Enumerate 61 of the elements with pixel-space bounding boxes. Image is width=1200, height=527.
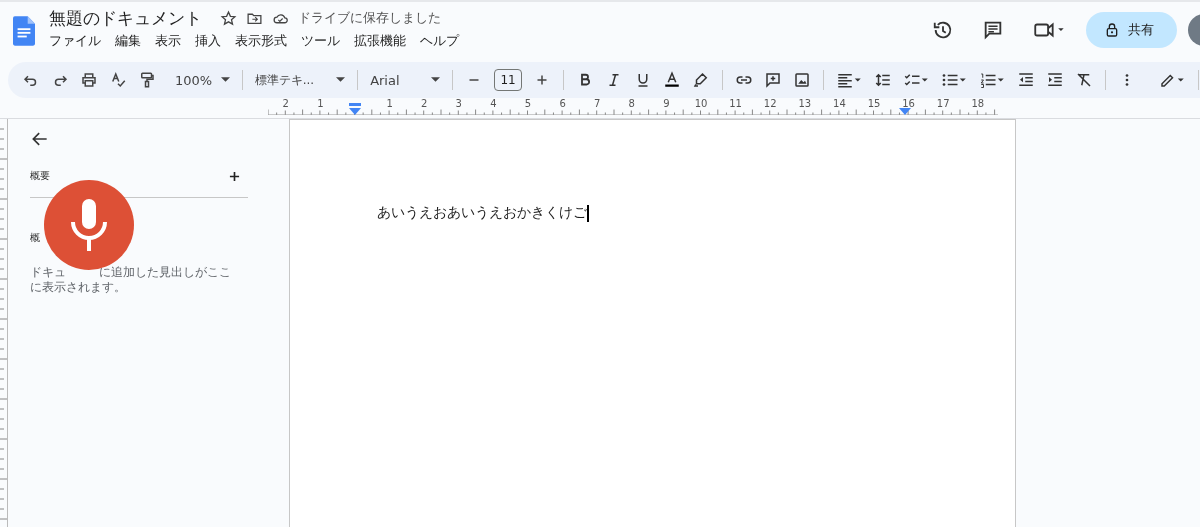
increase-indent-icon[interactable] — [1046, 71, 1065, 89]
ruler-number: 8 — [628, 98, 635, 109]
menu-item[interactable]: ツール — [301, 32, 340, 50]
ruler-number: 5 — [524, 98, 532, 109]
outline-hint: に追加した見出しがここ — [99, 265, 231, 279]
document-text[interactable]: あいうえおあいうえおかきくけご — [377, 204, 587, 222]
share-button[interactable]: 共有 — [1086, 12, 1177, 48]
menu-item[interactable]: 挿入 — [195, 32, 221, 50]
caret-icon — [430, 77, 440, 83]
caret-icon — [336, 77, 346, 83]
lock-icon — [1104, 22, 1120, 38]
ruler-number: 7 — [594, 98, 601, 109]
star-icon[interactable] — [220, 9, 237, 27]
menu-item[interactable]: 拡張機能 — [354, 32, 406, 50]
left-indent-marker[interactable] — [349, 103, 361, 115]
menu-item[interactable]: ヘルプ — [420, 32, 459, 50]
add-comment-icon[interactable] — [764, 71, 783, 89]
paint-format-icon[interactable] — [138, 71, 156, 89]
add-icon[interactable] — [229, 170, 240, 182]
ruler-number: 1 — [317, 98, 324, 109]
menu-item[interactable]: 編集 — [115, 32, 141, 50]
ruler-number: 12 — [763, 98, 777, 109]
avatar[interactable] — [1188, 14, 1200, 46]
ruler-number: 14 — [833, 98, 846, 109]
ruler-number: 4 — [490, 98, 497, 109]
ruler-number: 3 — [455, 98, 462, 109]
comment-icon[interactable] — [982, 19, 1004, 41]
zoom-dropdown[interactable]: 100% — [175, 72, 230, 88]
ruler-number: 9 — [663, 98, 670, 109]
ruler-number: 2 — [282, 98, 289, 109]
print-icon[interactable] — [80, 71, 98, 89]
caret-icon — [220, 77, 230, 83]
ruler-number: 16 — [902, 98, 915, 109]
summary-heading: 概要 — [30, 169, 50, 183]
ruler-number: 13 — [798, 98, 812, 109]
text-color-icon[interactable] — [663, 71, 682, 89]
ruler-number: 6 — [559, 98, 566, 109]
outline-hint: ドキュ — [30, 265, 66, 279]
history-icon[interactable] — [932, 19, 954, 41]
font-size-field[interactable]: 11 — [493, 69, 523, 91]
save-status: ドライブに保存しました — [298, 9, 441, 27]
menu-item[interactable]: ファイル — [49, 32, 101, 50]
document-title[interactable]: 無題のドキュメント — [49, 6, 202, 30]
image-icon[interactable] — [793, 71, 812, 89]
ruler-number: 10 — [694, 98, 708, 109]
menu-item[interactable]: 表示 — [155, 32, 181, 50]
docs-logo-icon[interactable] — [13, 16, 35, 46]
ruler-number: 17 — [936, 98, 950, 109]
outline-heading: 概 — [30, 231, 41, 245]
ruler-number: 15 — [867, 98, 881, 109]
outline-hint: に表示されます。 — [30, 280, 126, 294]
ruler-number: 18 — [971, 98, 985, 109]
menu-item[interactable]: 表示形式 — [235, 32, 287, 50]
decrease-indent-icon[interactable] — [1017, 71, 1036, 89]
font-dropdown[interactable]: Arial — [370, 72, 440, 88]
ruler-number: 11 — [729, 98, 742, 109]
line-spacing-icon[interactable] — [874, 71, 893, 89]
style-dropdown[interactable]: 標準テキ... — [254, 71, 346, 89]
ruler-number: 1 — [386, 98, 393, 109]
ruler-number: 2 — [421, 98, 428, 109]
spellcheck-icon[interactable] — [109, 71, 127, 89]
